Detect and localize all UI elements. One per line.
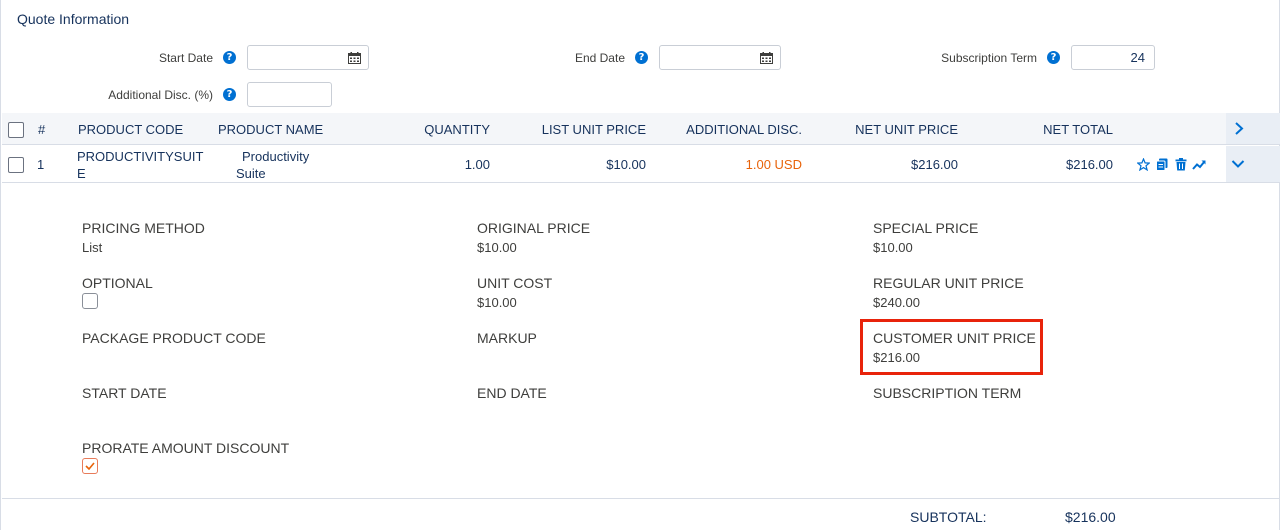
special-price-value: $10.00 [873, 240, 913, 255]
regular-unit-price-label: REGULAR UNIT PRICE [873, 275, 1024, 291]
row-checkbox[interactable] [8, 157, 24, 173]
special-price-label: SPECIAL PRICE [873, 220, 979, 236]
original-price-value: $10.00 [477, 240, 517, 255]
unit-cost-value: $10.00 [477, 295, 517, 310]
column-net-total[interactable]: NET TOTAL [1002, 122, 1113, 137]
subtotal-value: $216.00 [1065, 509, 1116, 525]
star-icon[interactable] [1137, 158, 1150, 171]
row-product-name-line2: Suite [236, 166, 266, 181]
markup-label: MARKUP [477, 330, 537, 346]
row-product-name-line1: Productivity [242, 149, 310, 164]
highlight-box [860, 319, 1043, 375]
clone-icon[interactable] [1156, 158, 1168, 171]
end-date-input[interactable] [659, 45, 781, 70]
checkmark-icon [85, 462, 95, 470]
start-date-detail-label: START DATE [82, 385, 167, 401]
regular-unit-price-value: $240.00 [873, 295, 920, 310]
end-date-label: End Date [574, 51, 625, 65]
table-row[interactable]: 1 PRODUCTIVITYSUIT E Productivity Suite … [2, 146, 1280, 183]
additional-disc-label: Additional Disc. (%) [108, 88, 213, 102]
optional-checkbox[interactable] [82, 293, 98, 309]
calendar-icon[interactable] [348, 52, 361, 64]
pricing-method-label: PRICING METHOD [82, 220, 205, 236]
subscription-term-value: 24 [1130, 50, 1145, 65]
start-date-label: Start Date [158, 51, 213, 65]
select-all-checkbox[interactable] [8, 122, 24, 138]
delete-icon[interactable] [1175, 158, 1187, 171]
prorate-amount-discount-label: PRORATE AMOUNT DISCOUNT [82, 440, 290, 456]
row-net-unit-price: $216.00 [911, 157, 958, 172]
subscription-term-label: Subscription Term [941, 51, 1037, 65]
subscription-term-detail-label: SUBSCRIPTION TERM [873, 385, 1022, 401]
column-net-unit-price[interactable]: NET UNIT PRICE [832, 122, 958, 137]
additional-disc-input[interactable] [247, 82, 332, 107]
additional-disc-help-icon[interactable]: ? [223, 88, 236, 101]
row-list-unit-price: $10.00 [606, 157, 646, 172]
start-date-help-icon[interactable]: ? [223, 51, 236, 64]
calendar-icon[interactable] [760, 52, 773, 64]
row-additional-disc[interactable]: 1.00 USD [662, 157, 802, 172]
row-quantity[interactable]: 1.00 [410, 157, 490, 172]
chevron-right-icon[interactable] [1234, 122, 1244, 135]
row-product-code-line2: E [77, 166, 86, 181]
end-date-detail-label: END DATE [477, 385, 547, 401]
column-additional-disc[interactable]: ADDITIONAL DISC. [662, 122, 802, 137]
table-header: # PRODUCT CODE PRODUCT NAME QUANTITY LIS… [2, 113, 1280, 145]
column-product-code[interactable]: PRODUCT CODE [78, 122, 183, 137]
row-product-code-line1: PRODUCTIVITYSUIT [77, 149, 204, 164]
expand-all-cell[interactable] [1226, 113, 1280, 144]
section-title: Quote Information [17, 11, 130, 27]
subscription-term-input[interactable]: 24 [1071, 45, 1155, 70]
subscription-term-help-icon[interactable]: ? [1047, 51, 1060, 64]
chevron-down-icon[interactable] [1231, 159, 1245, 169]
collapse-row-cell[interactable] [1226, 146, 1280, 182]
column-product-name[interactable]: PRODUCT NAME [218, 122, 323, 137]
column-list-unit-price[interactable]: LIST UNIT PRICE [522, 122, 646, 137]
end-date-help-icon[interactable]: ? [635, 51, 648, 64]
optional-label: OPTIONAL [82, 275, 153, 291]
footer-divider [2, 498, 1280, 499]
prorate-amount-discount-checkbox[interactable] [82, 458, 98, 474]
row-net-total: $216.00 [1066, 157, 1113, 172]
pricing-method-value: List [82, 240, 103, 255]
unit-cost-label: UNIT COST [477, 275, 553, 291]
original-price-label: ORIGINAL PRICE [477, 220, 591, 236]
column-quantity[interactable]: QUANTITY [410, 122, 490, 137]
quote-information-panel: Quote Information Start Date ? End Date … [0, 0, 1280, 530]
start-date-input[interactable] [247, 45, 369, 70]
subtotal-label: SUBTOTAL: [910, 509, 987, 525]
trend-icon[interactable] [1192, 159, 1206, 170]
package-product-code-label: PACKAGE PRODUCT CODE [82, 330, 266, 346]
column-number: # [38, 122, 46, 137]
row-number: 1 [37, 157, 45, 172]
